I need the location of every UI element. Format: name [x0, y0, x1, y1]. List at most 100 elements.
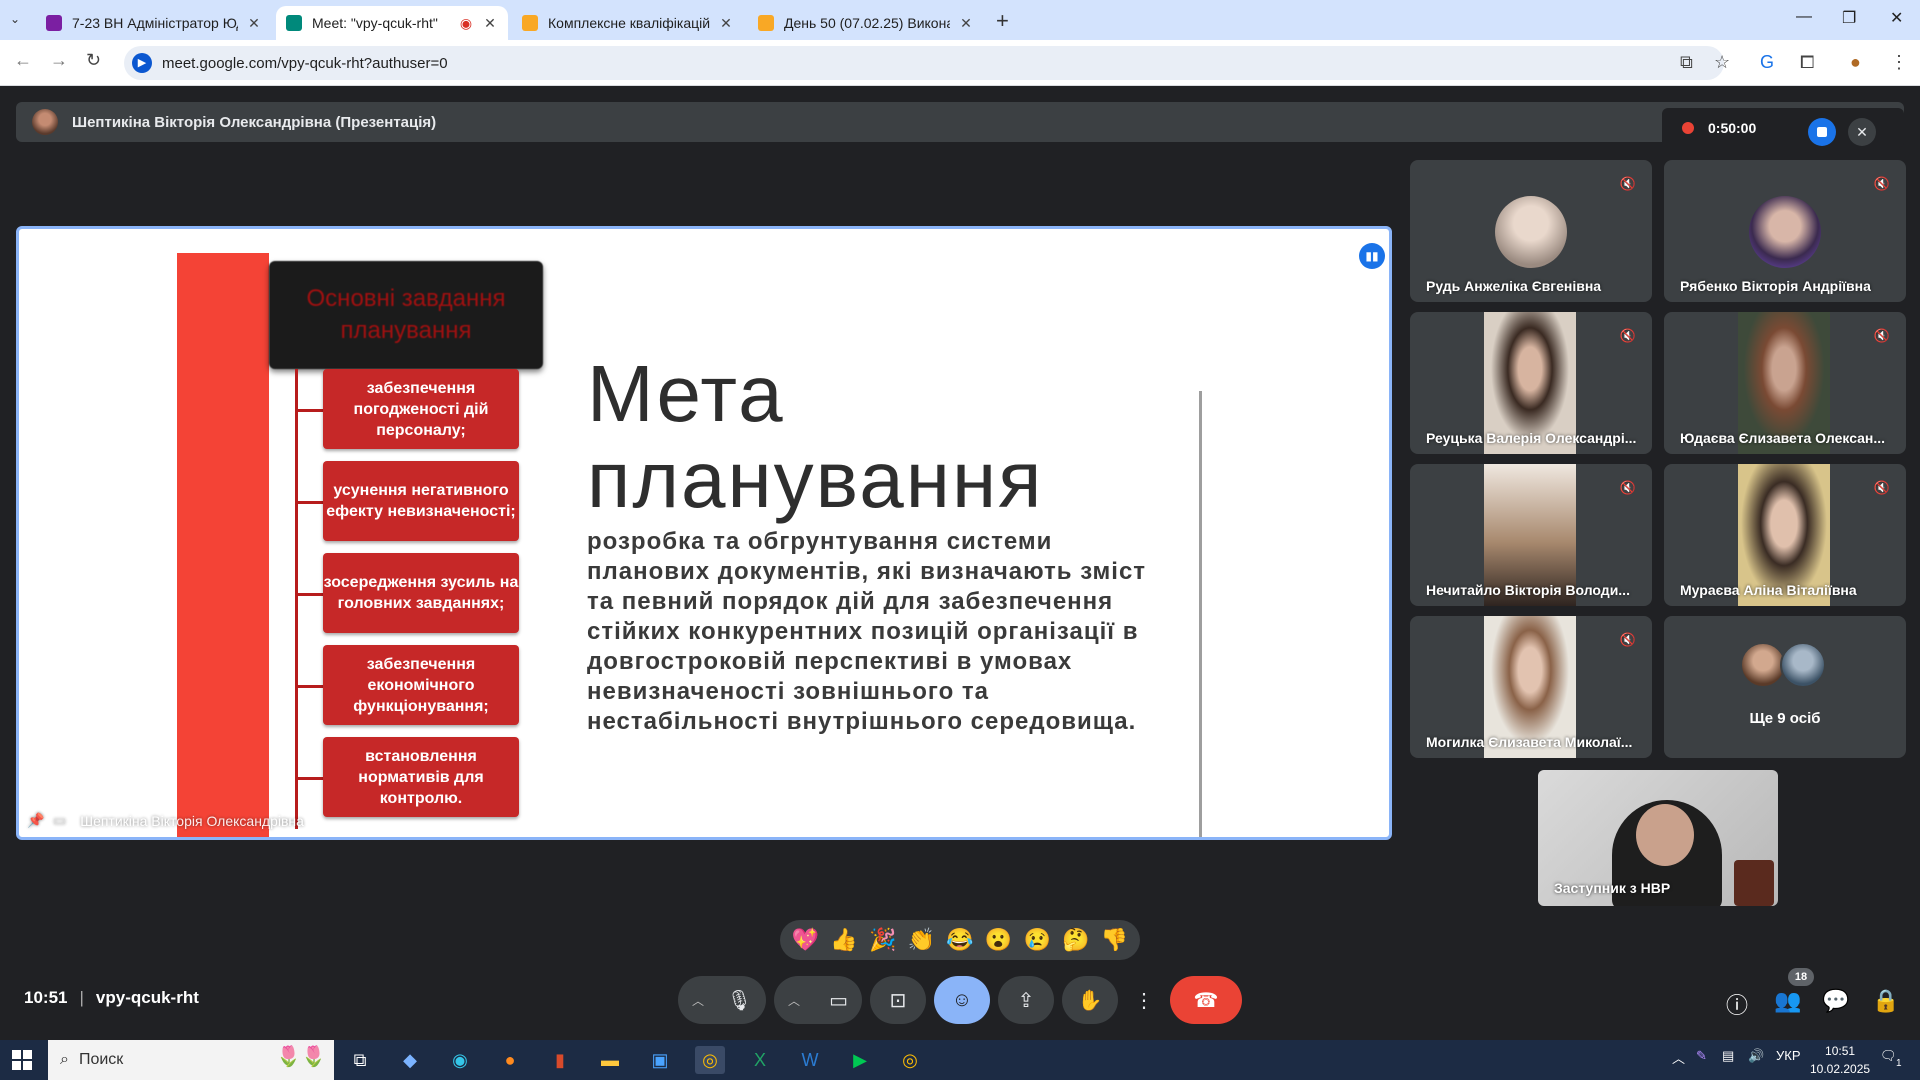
tab-meet[interactable]: Meet: "vpy-qcuk-rht" ◉ ✕ — [276, 6, 508, 40]
language-indicator[interactable]: УКР — [1776, 1048, 1801, 1063]
close-icon[interactable]: ✕ — [482, 15, 498, 32]
mic-off-icon[interactable]: ✕ — [1848, 118, 1876, 146]
notification-count: 1 — [1896, 1058, 1902, 1069]
new-tab-icon[interactable]: + — [996, 8, 1009, 34]
meet-app-icon[interactable]: ▶ — [845, 1046, 875, 1074]
slide-item: зосередження зусиль на головних завдання… — [323, 553, 519, 633]
url-input[interactable]: ▶ meet.google.com/vpy-qcuk-rht?authuser=… — [124, 46, 1724, 80]
chevron-up-icon[interactable]: ︿ — [692, 992, 704, 1009]
meeting-details-icon[interactable]: ⓘ — [1726, 988, 1748, 1020]
extensions-icon[interactable]: ⧠ — [1800, 52, 1814, 73]
more-options-button[interactable]: ⋮ — [1126, 976, 1162, 1024]
tray-chevron-icon[interactable]: ︿ — [1672, 1048, 1685, 1067]
reload-icon[interactable]: ↻ — [86, 50, 101, 71]
participant-tile[interactable]: 🔇 Мураєва Аліна Віталіївна — [1664, 464, 1906, 606]
chevron-up-icon[interactable]: ︿ — [788, 992, 800, 1009]
record-dot-icon — [1682, 122, 1694, 134]
participant-tile[interactable]: 🔇 Юдаєва Єлизавета Олексан... — [1664, 312, 1906, 454]
chrome-icon[interactable]: ◎ — [695, 1046, 725, 1074]
mic-off-icon: 🔇 — [1873, 176, 1891, 191]
end-call-icon: ☎ — [1193, 989, 1219, 1012]
forward-icon[interactable]: → — [50, 50, 68, 71]
restore-icon[interactable]: ❐ — [1842, 8, 1856, 28]
slide-item: усунення негативного ефекту невизначенос… — [323, 461, 519, 541]
reaction-party[interactable]: 🎉 — [865, 927, 901, 953]
reaction-surprised[interactable]: 😮 — [981, 927, 1017, 953]
slide-item: встановлення нормативів для контролю. — [323, 737, 519, 817]
self-video-background — [1734, 860, 1774, 906]
edge-icon[interactable]: ◉ — [445, 1046, 475, 1074]
stop-recording-button[interactable] — [1808, 118, 1836, 146]
participant-tile[interactable]: 🔇 Реуцька Валерія Олександрі... — [1410, 312, 1652, 454]
search-icon: ⌕ — [60, 1051, 69, 1068]
pin-icon[interactable]: 📌 — [27, 812, 44, 829]
tab-classroom-2[interactable]: Комплексне кваліфікаційне за ✕ — [512, 6, 744, 40]
participant-tile[interactable]: 🔇 Могилка Єлизавета Миколаї... — [1410, 616, 1652, 758]
file-explorer-icon[interactable]: ▬ — [595, 1046, 625, 1074]
self-view-tile[interactable]: Заступник з НВР — [1538, 770, 1778, 906]
bookmark-star-icon[interactable]: ☆ — [1714, 52, 1730, 73]
windows-start-icon[interactable] — [12, 1050, 32, 1070]
taskbar-search-input[interactable]: ⌕ Поиск 🌷🌷 — [48, 1040, 334, 1080]
slide-connector — [295, 685, 325, 688]
store-icon[interactable]: ▣ — [645, 1046, 675, 1074]
camera-control[interactable]: ︿ ▭ — [774, 976, 862, 1024]
classroom-icon — [522, 15, 538, 31]
translate-icon[interactable]: G — [1760, 52, 1774, 73]
back-icon[interactable]: ← — [14, 50, 32, 71]
emoji-reactions-button[interactable]: ☺ — [934, 976, 990, 1024]
mic-off-icon: 🔇 — [1873, 328, 1891, 343]
copilot-icon[interactable]: ◆ — [395, 1046, 425, 1074]
app-icon[interactable]: ▮ — [545, 1046, 575, 1074]
meeting-info: 10:51 | vpy-qcuk-rht — [24, 988, 199, 1007]
excel-icon[interactable]: X — [745, 1046, 775, 1074]
window-close-icon[interactable]: ✕ — [1890, 8, 1903, 28]
participant-avatar — [1780, 642, 1826, 688]
firefox-icon[interactable]: ● — [495, 1046, 525, 1074]
reaction-heart[interactable]: 💖 — [787, 927, 823, 953]
participant-tile[interactable]: 🔇 Рудь Анжеліка Євгенівна — [1410, 160, 1652, 302]
menu-kebab-icon[interactable]: ⋮ — [1890, 52, 1908, 73]
open-in-new-icon[interactable]: ⧉ — [1680, 52, 1693, 73]
word-icon[interactable]: W — [795, 1046, 825, 1074]
notifications-icon[interactable]: 🗨 — [1880, 1048, 1897, 1064]
mic-off-icon: 🔇 — [1619, 480, 1637, 495]
microphone-control[interactable]: ︿ 🎙 — [678, 976, 766, 1024]
pen-icon[interactable]: ✎ — [1696, 1048, 1707, 1064]
participant-avatar — [1495, 196, 1567, 268]
volume-icon[interactable]: 🔊 — [1748, 1048, 1764, 1064]
task-view-icon[interactable]: ⧉ — [345, 1046, 375, 1074]
leave-call-button[interactable]: ☎ — [1170, 976, 1242, 1024]
close-icon[interactable]: ✕ — [718, 15, 734, 32]
raise-hand-button[interactable]: ✋ — [1062, 976, 1118, 1024]
more-participants-avatars — [1740, 642, 1826, 688]
close-icon[interactable]: ✕ — [246, 15, 262, 32]
profile-avatar-icon[interactable]: ● — [1850, 52, 1861, 73]
present-screen-button[interactable]: ⇪ — [998, 976, 1054, 1024]
participant-tile[interactable]: 🔇 Рябенко Вікторія Андріївна — [1664, 160, 1906, 302]
camera-icon[interactable]: ▭ — [829, 988, 848, 1013]
tab-classroom-1[interactable]: 7-23 ВН Адміністратор Юдає ✕ — [36, 6, 272, 40]
reaction-clap[interactable]: 👏 — [903, 927, 939, 953]
reaction-laugh[interactable]: 😂 — [942, 927, 978, 953]
reaction-thumbs-down[interactable]: 👎 — [1097, 927, 1133, 953]
host-controls-icon[interactable]: 🔒 — [1872, 988, 1899, 1014]
reaction-thumbs-up[interactable]: 👍 — [826, 927, 862, 953]
tab-search-icon[interactable]: ⌄ — [10, 12, 20, 26]
participant-tile[interactable]: 🔇 Нечитайло Вікторія Володи... — [1410, 464, 1652, 606]
tab-classroom-3[interactable]: День 50 (07.02.25) Виконання ✕ — [748, 6, 984, 40]
chat-icon[interactable]: 💬 — [1822, 988, 1849, 1014]
close-icon[interactable]: ✕ — [958, 15, 974, 32]
captions-button[interactable]: ⊡ — [870, 976, 926, 1024]
network-icon[interactable]: ▤ — [1722, 1048, 1734, 1064]
minimize-icon[interactable]: — — [1796, 8, 1812, 26]
microphone-icon[interactable]: 🎙 — [727, 988, 752, 1013]
taskbar-clock[interactable]: 10:51 10.02.2025 — [1810, 1042, 1870, 1078]
chrome-icon[interactable]: ◎ — [895, 1046, 925, 1074]
more-participants-tile[interactable]: Ще 9 осіб — [1664, 616, 1906, 758]
slide-item: забезпечення економічного функціонування… — [323, 645, 519, 725]
reaction-thinking[interactable]: 🤔 — [1058, 927, 1094, 953]
reaction-sad[interactable]: 😢 — [1019, 927, 1055, 953]
site-info-icon[interactable]: ▶ — [132, 53, 152, 73]
people-icon[interactable]: 👥 — [1774, 988, 1801, 1014]
